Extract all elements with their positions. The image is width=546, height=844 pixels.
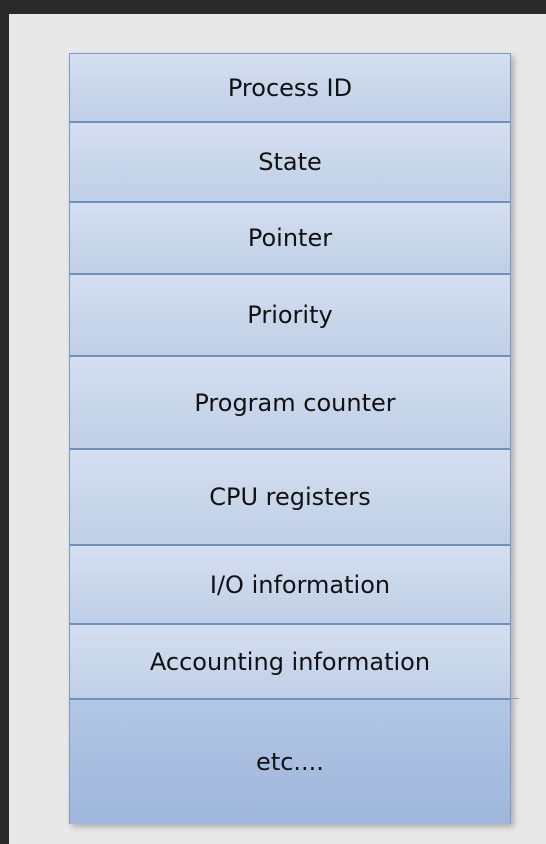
field-label: Priority — [247, 301, 333, 329]
field-cpu-registers: CPU registers — [70, 450, 510, 546]
divider-tick — [511, 698, 519, 699]
field-label: Accounting information — [149, 647, 431, 676]
field-state: State — [70, 123, 510, 203]
field-label: Program counter — [194, 388, 396, 417]
field-io-information: I/O information — [70, 546, 510, 625]
field-label: Process ID — [227, 73, 353, 102]
field-label: Pointer — [247, 224, 333, 252]
field-accounting-information: Accounting information — [70, 625, 510, 700]
field-etc: etc.... — [70, 700, 510, 824]
field-label: etc.... — [256, 748, 324, 776]
process-control-block: Process ID State Pointer Priority Progra… — [69, 53, 511, 824]
field-pointer: Pointer — [70, 203, 510, 275]
field-process-id: Process ID — [70, 54, 510, 123]
field-label: State — [258, 148, 322, 176]
field-priority: Priority — [70, 275, 510, 357]
field-program-counter: Program counter — [70, 357, 510, 450]
field-label: CPU registers — [209, 483, 371, 511]
diagram-canvas: Process ID State Pointer Priority Progra… — [9, 14, 546, 844]
field-label: I/O information — [209, 570, 391, 599]
